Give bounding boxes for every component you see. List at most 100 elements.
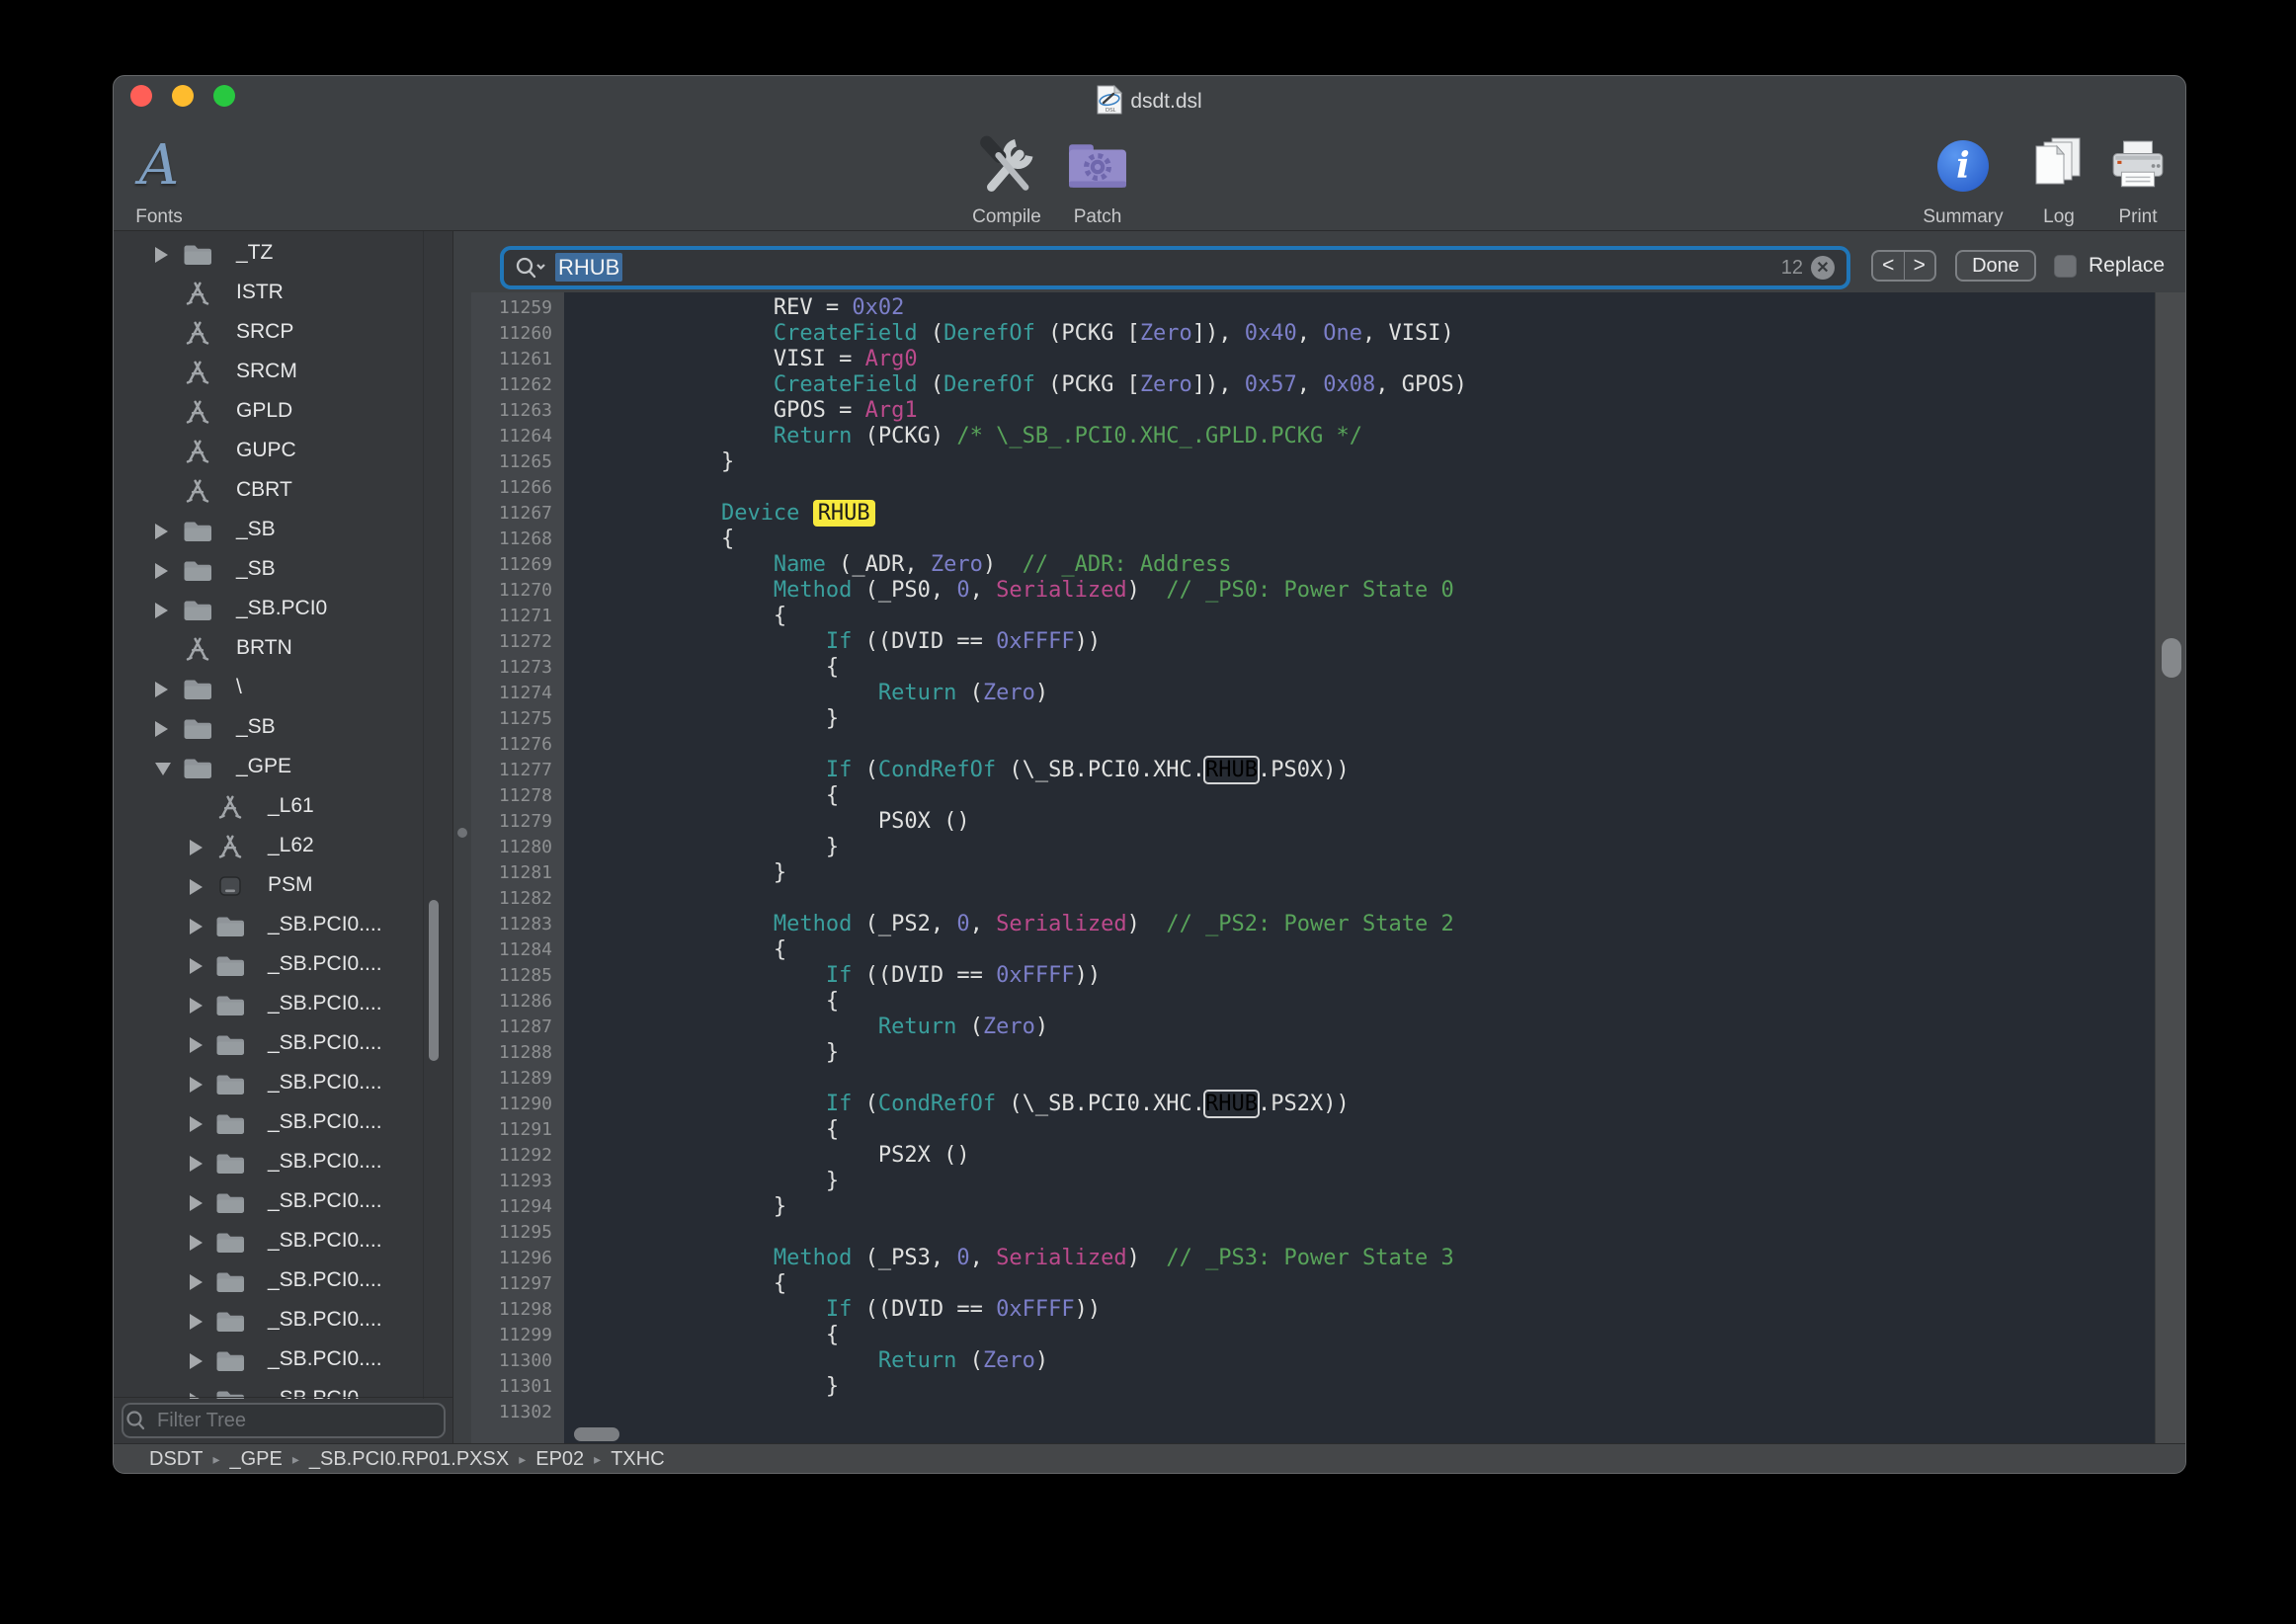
tree-item[interactable]: _L62 [114,827,452,866]
tree-item[interactable]: CBRT [114,471,452,511]
tree-item[interactable]: _TZ [114,234,452,274]
line-number: 11262 [471,372,552,398]
disclosure-triangle-icon[interactable] [190,958,203,974]
patch-button[interactable]: Patch [1028,127,1167,228]
disclosure-triangle-icon[interactable] [155,563,168,579]
tree-item-label: SRCM [236,360,297,383]
line-number: 11261 [471,347,552,372]
tree-item[interactable]: _SB.PCI0.... [114,1261,452,1301]
print-button[interactable]: Print [2069,127,2186,228]
code-line: PS2X () [564,1143,1467,1169]
tree-item[interactable]: _SB.PCI0.... [114,1103,452,1143]
line-number: 11268 [471,527,552,552]
line-number: 11278 [471,783,552,809]
disclosure-triangle-icon[interactable] [155,682,168,697]
tree-item[interactable]: _SB.PCI0 [114,590,452,629]
tree-item[interactable]: BRTN [114,629,452,669]
done-button[interactable]: Done [1955,250,2036,282]
disclosure-triangle-icon[interactable] [190,1037,203,1053]
breadcrumb-item[interactable]: _SB.PCI0.RP01.PXSX [309,1448,509,1471]
filter-tree-input[interactable]: Filter Tree [122,1403,446,1438]
tree-item[interactable]: ISTR [114,274,452,313]
line-number: 11279 [471,809,552,835]
tree-item[interactable]: _SB.PCI0.... [114,1301,452,1340]
breadcrumb-item[interactable]: TXHC [611,1448,664,1471]
editor-vertical-scrollbar[interactable] [2155,292,2186,1443]
tree-item[interactable]: _GPE [114,748,452,787]
folder-icon [215,952,245,978]
disclosure-triangle-icon[interactable] [190,879,203,895]
disclosure-triangle-icon[interactable] [190,1116,203,1132]
tree-item[interactable]: _SB [114,708,452,748]
folder-icon [183,557,212,583]
method-icon [183,320,212,346]
disclosure-triangle-icon[interactable] [190,998,203,1014]
editor-horizontal-scroll-thumb[interactable] [574,1427,619,1441]
code-line: GPOS = Arg1 [564,398,1467,424]
tree-item[interactable]: \ [114,669,452,708]
folder-icon [215,1347,245,1373]
code-line: { [564,1271,1467,1297]
disclosure-triangle-icon[interactable] [190,1274,203,1290]
tree-item[interactable]: _SB.PCI0.... [114,945,452,985]
pane-splitter[interactable] [452,231,472,1443]
document-icon: DSL [1097,85,1122,121]
tree-item[interactable]: SRCM [114,353,452,392]
fonts-button[interactable]: A Fonts [113,127,228,228]
disclosure-triangle-icon[interactable] [190,1314,203,1330]
splitter-handle-dot[interactable] [457,828,467,838]
tree-item[interactable]: _SB [114,550,452,590]
find-next-button[interactable]: > [1905,252,1935,280]
tree-item[interactable]: _SB.PCI0.... [114,1182,452,1222]
line-number: 11288 [471,1040,552,1066]
disclosure-triangle-icon[interactable] [190,1077,203,1093]
replace-checkbox[interactable] [2054,255,2077,278]
search-icon[interactable] [514,256,545,280]
search-input[interactable]: RHUB 12 ✕ [500,246,1850,289]
code-line: REV = 0x02 [564,295,1467,321]
tree-item[interactable]: GUPC [114,432,452,471]
tree-item[interactable]: _SB.PCI0.... [114,1222,452,1261]
disclosure-triangle-icon[interactable] [190,1195,203,1211]
filter-search-icon [123,1410,149,1431]
tree-item[interactable]: _SB.PCI0.... [114,1340,452,1380]
tree-item[interactable]: _SB.PCI0.... [114,1143,452,1182]
clear-search-button[interactable]: ✕ [1811,256,1835,280]
tree-item[interactable]: SRCP [114,313,452,353]
code-line: { [564,527,1467,552]
line-number: 11287 [471,1015,552,1040]
tree-item-label: _SB [236,557,276,581]
breadcrumb-item[interactable]: _GPE [229,1448,282,1471]
breadcrumb-item[interactable]: DSDT [149,1448,203,1471]
code-editor[interactable]: REV = 0x02 CreateField (DerefOf (PCKG [Z… [564,292,2155,1443]
tree-item[interactable]: _SB.PCI0.... [114,1064,452,1103]
disclosure-triangle-icon[interactable] [155,763,171,775]
tree-item[interactable]: _SB.PCI0.... [114,985,452,1024]
disclosure-triangle-icon[interactable] [155,524,168,539]
disclosure-triangle-icon[interactable] [155,247,168,263]
tree-item[interactable]: PSM [114,866,452,906]
tree-item-label: _L61 [268,794,314,818]
find-previous-button[interactable]: < [1873,252,1905,280]
tree-item[interactable]: _SB [114,511,452,550]
code-line: If ((DVID == 0xFFFF)) [564,629,1467,655]
editor-vertical-scroll-thumb[interactable] [2162,638,2181,678]
method-icon [215,834,245,859]
tree-item-label: _SB.PCI0.... [268,1031,382,1055]
disclosure-triangle-icon[interactable] [155,721,168,737]
tree-item[interactable]: GPLD [114,392,452,432]
disclosure-triangle-icon[interactable] [155,603,168,618]
sidebar-scrollbar[interactable] [429,900,439,1061]
disclosure-triangle-icon[interactable] [190,1235,203,1251]
line-number: 11290 [471,1092,552,1117]
tree-item[interactable]: _SB.PCI0.... [114,1024,452,1064]
disclosure-triangle-icon[interactable] [190,1156,203,1172]
disclosure-triangle-icon[interactable] [190,919,203,934]
disclosure-triangle-icon[interactable] [190,1353,203,1369]
code-line [564,475,1467,501]
tree-item[interactable]: _L61 [114,787,452,827]
disclosure-triangle-icon[interactable] [190,840,203,855]
breadcrumb-item[interactable]: EP02 [535,1448,584,1471]
breadcrumb: DSDT▸_GPE▸_SB.PCI0.RP01.PXSX▸EP02▸TXHC [149,1448,665,1471]
tree-item[interactable]: _SB.PCI0.... [114,906,452,945]
